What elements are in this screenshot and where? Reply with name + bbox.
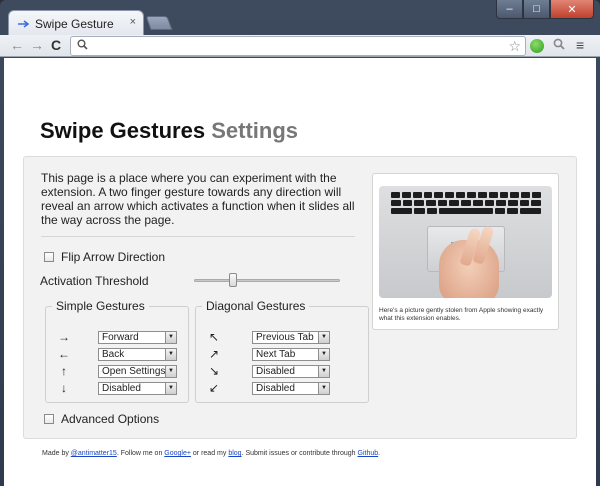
- gesture-action-select[interactable]: Previous Tab ▼: [252, 331, 330, 344]
- simple-gesture-row: ↓ Disabled ▼: [46, 381, 188, 396]
- settings-panel: This page is a place where you can exper…: [23, 156, 577, 439]
- diagonal-gesture-row: ↘ Disabled ▼: [196, 364, 368, 379]
- simple-gesture-row: ← Back ▼: [46, 347, 188, 362]
- simple-gestures-legend: Simple Gestures: [56, 299, 145, 313]
- github-link[interactable]: Github: [358, 450, 379, 457]
- swipe-favicon-icon: [18, 20, 29, 28]
- advanced-options-checkbox-row[interactable]: Advanced Options: [44, 412, 159, 426]
- trackpad-photo: [379, 180, 552, 298]
- gesture-arrow-icon: →: [58, 330, 70, 344]
- dropdown-arrow-icon[interactable]: ▼: [318, 348, 330, 361]
- tab-close-icon[interactable]: ×: [130, 16, 136, 28]
- gesture-arrow-icon: ↘: [208, 364, 220, 378]
- maximize-button[interactable]: □: [523, 0, 550, 19]
- gesture-action-value: Forward: [102, 332, 139, 343]
- new-tab-button[interactable]: [145, 16, 173, 30]
- forward-icon[interactable]: →: [30, 38, 44, 52]
- footer-text: Made by: [42, 450, 71, 457]
- simple-gesture-row: ↑ Open Settings ▼: [46, 364, 188, 379]
- dropdown-arrow-icon[interactable]: ▼: [165, 382, 177, 395]
- gesture-action-value: Open Settings: [102, 366, 166, 377]
- gesture-arrow-icon: ↗: [208, 347, 220, 361]
- minimize-button[interactable]: –: [496, 0, 523, 19]
- diagonal-gestures-legend: Diagonal Gestures: [206, 299, 306, 313]
- gesture-action-select[interactable]: Next Tab ▼: [252, 348, 330, 361]
- page-viewport: Swipe Gestures Settings This page is a p…: [4, 58, 596, 486]
- divider: [41, 236, 355, 237]
- google-plus-link[interactable]: Google+: [164, 450, 191, 457]
- gesture-arrow-icon: ↓: [61, 381, 67, 395]
- tab-title: Swipe Gesture: [35, 17, 114, 31]
- gesture-action-value: Disabled: [256, 366, 295, 377]
- author-link[interactable]: @antimatter15: [71, 450, 117, 457]
- footer-text: . Submit issues or contribute through: [241, 450, 358, 457]
- bookmark-star-icon[interactable]: ☆: [508, 38, 521, 55]
- activation-threshold-label: Activation Threshold: [40, 274, 149, 288]
- dropdown-arrow-icon[interactable]: ▼: [165, 348, 177, 361]
- gesture-action-select[interactable]: Forward ▼: [98, 331, 177, 344]
- intro-text: This page is a place where you can exper…: [41, 171, 355, 227]
- diagonal-gestures-group: Diagonal Gestures ↖ Previous Tab ▼ ↗ Next Ta…: [195, 299, 369, 403]
- flip-arrow-checkbox-row[interactable]: Flip Arrow Direction: [44, 250, 165, 264]
- page-title-main: Swipe Gestures: [40, 118, 206, 143]
- footer-text: or read my: [190, 450, 229, 457]
- gesture-action-select[interactable]: Disabled ▼: [252, 382, 330, 395]
- extension-green-icon[interactable]: [530, 39, 544, 53]
- gesture-action-value: Next Tab: [256, 349, 296, 360]
- address-bar[interactable]: ☆: [70, 36, 526, 56]
- footer: Made by @antimatter15. Follow me on Goog…: [42, 450, 380, 457]
- simple-gestures-group: Simple Gestures → Forward ▼ ← Back ▼ ↑ Open Set…: [45, 299, 189, 403]
- gesture-action-value: Previous Tab: [256, 332, 314, 343]
- gesture-action-select[interactable]: Disabled ▼: [98, 382, 177, 395]
- diagonal-gesture-row: ↙ Disabled ▼: [196, 381, 368, 396]
- footer-text: .: [378, 450, 381, 457]
- extension-search-icon[interactable]: [553, 38, 565, 53]
- dropdown-arrow-icon[interactable]: ▼: [318, 382, 330, 395]
- gesture-arrow-icon: ←: [58, 347, 70, 361]
- laptop-illustration: [379, 186, 552, 298]
- browser-toolbar: ← → C ☆ ≡: [0, 35, 600, 57]
- diagonal-gesture-row: ↗ Next Tab ▼: [196, 347, 368, 362]
- dropdown-arrow-icon[interactable]: ▼: [318, 365, 330, 378]
- tab-swipe-gesture[interactable]: Swipe Gesture ×: [8, 10, 144, 36]
- blog-link[interactable]: blog: [228, 450, 241, 457]
- advanced-options-checkbox[interactable]: [44, 414, 54, 424]
- search-icon: [77, 39, 88, 53]
- gesture-action-value: Disabled: [256, 383, 295, 394]
- keyboard-illustration: [391, 192, 542, 218]
- dropdown-arrow-icon[interactable]: ▼: [165, 365, 177, 378]
- image-caption: Here's a picture gently stolen from Appl…: [379, 307, 544, 322]
- activation-threshold-slider[interactable]: [194, 279, 340, 282]
- window-controls: – □ ✕: [496, 0, 594, 20]
- dropdown-arrow-icon[interactable]: ▼: [165, 331, 177, 344]
- gesture-arrow-icon: ↖: [208, 330, 220, 344]
- page-title: Swipe Gestures Settings: [40, 118, 298, 144]
- flip-arrow-label: Flip Arrow Direction: [61, 250, 166, 264]
- menu-icon[interactable]: ≡: [576, 37, 584, 53]
- gesture-action-select[interactable]: Back ▼: [98, 348, 177, 361]
- advanced-options-label: Advanced Options: [61, 412, 160, 426]
- page-title-sub: Settings: [211, 118, 298, 143]
- reload-icon[interactable]: C: [51, 38, 61, 52]
- close-window-button[interactable]: ✕: [550, 0, 594, 19]
- gesture-action-select[interactable]: Open Settings ▼: [98, 365, 177, 378]
- gesture-action-value: Back: [102, 349, 125, 360]
- browser-window: Swipe Gesture × – □ ✕ ← → C ☆ ≡ Swipe Ge…: [0, 0, 600, 486]
- gesture-arrow-icon: ↙: [208, 381, 220, 395]
- image-card: Here's a picture gently stolen from Appl…: [372, 173, 559, 330]
- gesture-action-select[interactable]: Disabled ▼: [252, 365, 330, 378]
- diagonal-gesture-row: ↖ Previous Tab ▼: [196, 330, 368, 345]
- dropdown-arrow-icon[interactable]: ▼: [318, 331, 330, 344]
- simple-gesture-row: → Forward ▼: [46, 330, 188, 345]
- back-icon[interactable]: ←: [10, 38, 24, 52]
- slider-handle[interactable]: [228, 273, 237, 287]
- footer-text: . Follow me on: [116, 450, 165, 457]
- gesture-arrow-icon: ↑: [61, 364, 67, 378]
- flip-arrow-checkbox[interactable]: [44, 252, 54, 262]
- gesture-action-value: Disabled: [102, 383, 141, 394]
